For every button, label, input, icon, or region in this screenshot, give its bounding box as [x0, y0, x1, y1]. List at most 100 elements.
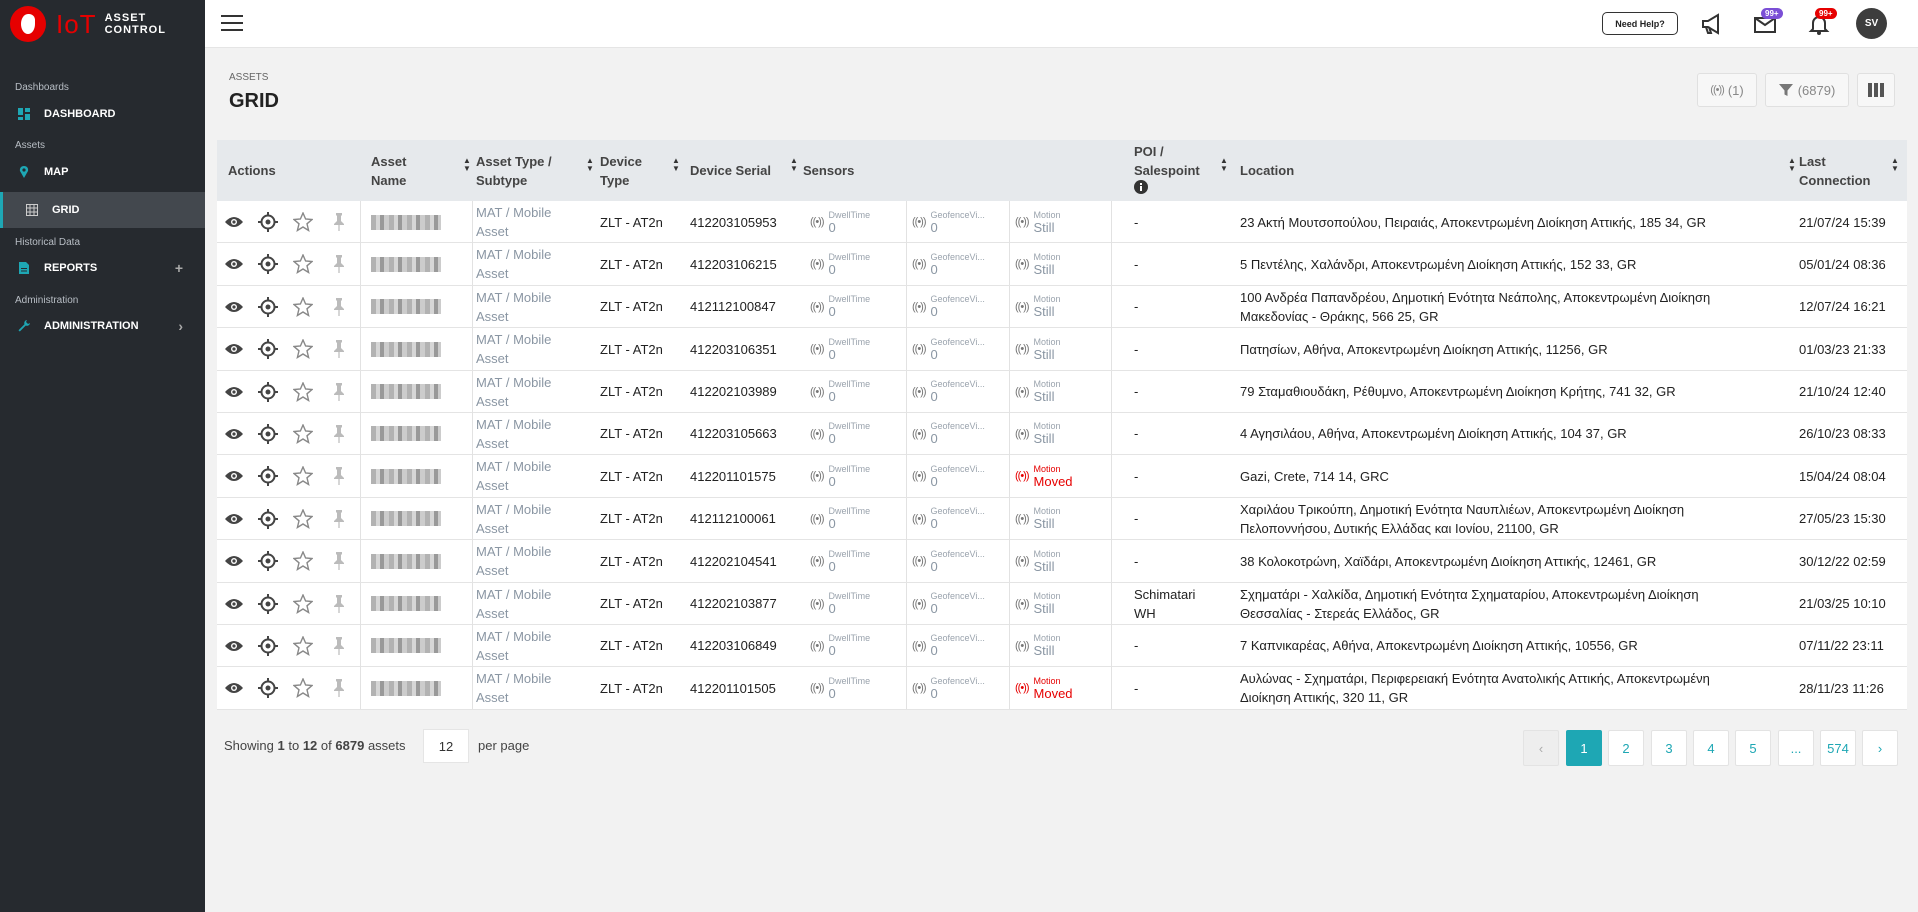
expand-plus-icon[interactable]: +	[175, 260, 183, 276]
table-row[interactable]: MAT / Mobile Asset ZLT - AT2n 412201101575 (…	[217, 455, 1907, 498]
pin-icon[interactable]	[333, 498, 345, 540]
filter-button[interactable]: (6879)	[1765, 73, 1849, 107]
favorite-star-icon[interactable]	[293, 201, 313, 243]
page-button-5[interactable]: 5	[1735, 730, 1771, 766]
locate-crosshair-icon[interactable]	[258, 667, 278, 709]
col-poi-salespoint[interactable]: POI / Salespoint ▲ ▼	[1134, 140, 1229, 201]
page-button-last[interactable]: 574	[1820, 730, 1856, 766]
col-asset-type[interactable]: Asset Type / Subtype ▲ ▼	[476, 140, 594, 201]
sort-icon[interactable]: ▲ ▼	[672, 157, 680, 173]
favorite-star-icon[interactable]	[293, 498, 313, 540]
favorite-star-icon[interactable]	[293, 583, 313, 625]
page-button-2[interactable]: 2	[1608, 730, 1644, 766]
table-row[interactable]: MAT / Mobile Asset ZLT - AT2n 412112100061 (…	[217, 497, 1907, 541]
locate-crosshair-icon[interactable]	[258, 328, 278, 370]
view-eye-icon[interactable]	[224, 625, 244, 667]
sidebar-item-map[interactable]: MAP	[0, 154, 205, 190]
pin-icon[interactable]	[333, 667, 345, 709]
locate-crosshair-icon[interactable]	[258, 243, 278, 285]
pin-icon[interactable]	[333, 455, 345, 497]
breadcrumb[interactable]: ASSETS	[229, 72, 268, 83]
table-row[interactable]: MAT / Mobile Asset ZLT - AT2n 412202103877 (…	[217, 582, 1907, 625]
table-row[interactable]: MAT / Mobile Asset ZLT - AT2n 412202104541 (…	[217, 540, 1907, 583]
sidebar-item-reports[interactable]: REPORTS +	[0, 250, 205, 286]
info-icon[interactable]	[1134, 180, 1148, 194]
table-row[interactable]: MAT / Mobile Asset ZLT - AT2n 412201101505 (…	[217, 667, 1907, 710]
pin-icon[interactable]	[333, 328, 345, 370]
view-eye-icon[interactable]	[224, 413, 244, 455]
favorite-star-icon[interactable]	[293, 455, 313, 497]
locate-crosshair-icon[interactable]	[258, 371, 278, 413]
megaphone-icon[interactable]	[1698, 10, 1726, 38]
sort-icon[interactable]: ▲ ▼	[790, 157, 798, 173]
col-asset-name[interactable]: Asset Name ▲ ▼	[371, 140, 471, 201]
pin-icon[interactable]	[333, 286, 345, 328]
locate-crosshair-icon[interactable]	[258, 583, 278, 625]
pin-icon[interactable]	[333, 371, 345, 413]
page-button-3[interactable]: 3	[1651, 730, 1687, 766]
locate-crosshair-icon[interactable]	[258, 540, 278, 582]
page-ellipsis[interactable]: ...	[1778, 730, 1814, 766]
pin-icon[interactable]	[333, 413, 345, 455]
per-page-select[interactable]: 12	[423, 729, 469, 763]
favorite-star-icon[interactable]	[293, 625, 313, 667]
table-row[interactable]: MAT / Mobile Asset ZLT - AT2n 412203106215 (…	[217, 243, 1907, 286]
pin-icon[interactable]	[333, 540, 345, 582]
hamburger-menu-icon[interactable]	[221, 15, 243, 31]
locate-crosshair-icon[interactable]	[258, 498, 278, 540]
view-eye-icon[interactable]	[224, 498, 244, 540]
sort-icon[interactable]: ▲ ▼	[586, 157, 594, 173]
sort-icon[interactable]: ▲ ▼	[1220, 157, 1228, 173]
table-row[interactable]: MAT / Mobile Asset ZLT - AT2n 412112100847 (…	[217, 285, 1907, 329]
view-eye-icon[interactable]	[224, 328, 244, 370]
locate-crosshair-icon[interactable]	[258, 286, 278, 328]
favorite-star-icon[interactable]	[293, 243, 313, 285]
col-last-connection[interactable]: Last Connection ▲ ▼	[1799, 140, 1899, 201]
col-location[interactable]: Location ▲ ▼	[1240, 140, 1796, 201]
table-row[interactable]: MAT / Mobile Asset ZLT - AT2n 412203106849 (…	[217, 624, 1907, 668]
next-page-button[interactable]: ›	[1862, 730, 1898, 766]
locate-crosshair-icon[interactable]	[258, 201, 278, 243]
view-eye-icon[interactable]	[224, 583, 244, 625]
pin-icon[interactable]	[333, 625, 345, 667]
sidebar-item-dashboard[interactable]: DASHBOARD	[0, 96, 205, 132]
pin-icon[interactable]	[333, 243, 345, 285]
avatar[interactable]: SV	[1856, 8, 1887, 39]
table-row[interactable]: MAT / Mobile Asset ZLT - AT2n 412203105663 (…	[217, 412, 1907, 456]
locate-crosshair-icon[interactable]	[258, 625, 278, 667]
view-eye-icon[interactable]	[224, 371, 244, 413]
col-device-serial[interactable]: Device Serial ▲ ▼	[690, 140, 800, 201]
sidebar-item-administration[interactable]: ADMINISTRATION ›	[0, 308, 205, 344]
sort-icon[interactable]: ▲ ▼	[463, 157, 471, 173]
pin-icon[interactable]	[333, 201, 345, 243]
page-button-4[interactable]: 4	[1693, 730, 1729, 766]
favorite-star-icon[interactable]	[293, 540, 313, 582]
prev-page-button[interactable]: ‹	[1523, 730, 1559, 766]
favorite-star-icon[interactable]	[293, 667, 313, 709]
view-eye-icon[interactable]	[224, 201, 244, 243]
sort-icon[interactable]: ▲ ▼	[1788, 157, 1796, 173]
locate-crosshair-icon[interactable]	[258, 455, 278, 497]
favorite-star-icon[interactable]	[293, 286, 313, 328]
table-row[interactable]: MAT / Mobile Asset ZLT - AT2n 412203105953 (…	[217, 201, 1907, 244]
view-eye-icon[interactable]	[224, 243, 244, 285]
sidebar-item-grid[interactable]: GRID	[0, 192, 205, 228]
view-eye-icon[interactable]	[224, 286, 244, 328]
locate-crosshair-icon[interactable]	[258, 413, 278, 455]
sensor-filter-button[interactable]: ((•)) (1)	[1697, 73, 1757, 107]
table-row[interactable]: MAT / Mobile Asset ZLT - AT2n 412202103989 (…	[217, 370, 1907, 413]
favorite-star-icon[interactable]	[293, 371, 313, 413]
favorite-star-icon[interactable]	[293, 328, 313, 370]
app-logo[interactable]: IoT ASSET CONTROL	[10, 6, 166, 42]
need-help-button[interactable]: Need Help?	[1602, 12, 1678, 35]
view-eye-icon[interactable]	[224, 540, 244, 582]
col-device-type[interactable]: Device Type ▲ ▼	[600, 140, 680, 201]
favorite-star-icon[interactable]	[293, 413, 313, 455]
sort-icon[interactable]: ▲ ▼	[1891, 157, 1899, 173]
view-eye-icon[interactable]	[224, 455, 244, 497]
view-eye-icon[interactable]	[224, 667, 244, 709]
page-button-1[interactable]: 1	[1566, 730, 1602, 766]
columns-button[interactable]	[1857, 73, 1895, 107]
pin-icon[interactable]	[333, 583, 345, 625]
table-row[interactable]: MAT / Mobile Asset ZLT - AT2n 412203106351 (…	[217, 328, 1907, 371]
